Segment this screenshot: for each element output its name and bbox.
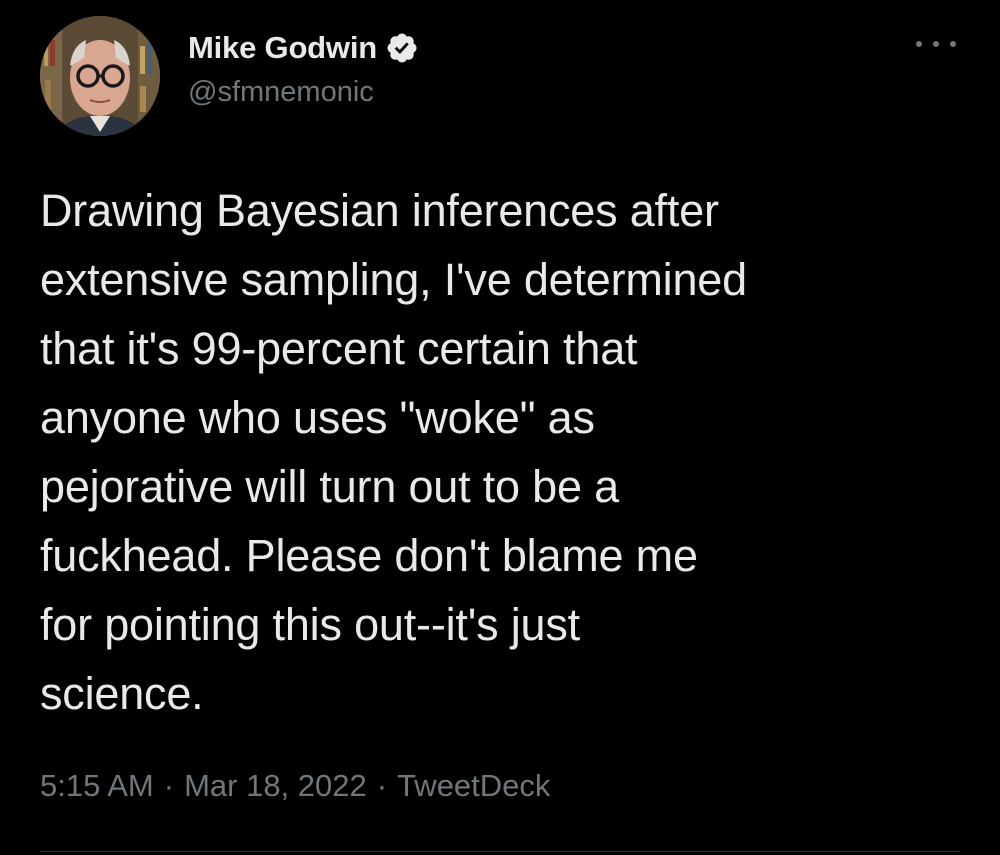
tweet-meta: 5:15 AM · Mar 18, 2022 · TweetDeck <box>40 768 550 804</box>
author-avatar[interactable] <box>40 16 160 136</box>
display-name[interactable]: Mike Godwin <box>188 30 377 66</box>
tweet-text: Drawing Bayesian inferences after extens… <box>40 185 747 719</box>
meta-separator: · <box>376 768 388 803</box>
name-row: Mike Godwin <box>188 24 419 72</box>
meta-separator: · <box>163 768 175 803</box>
tweet-date[interactable]: Mar 18, 2022 <box>184 768 367 804</box>
more-dot <box>933 41 939 47</box>
avatar-image <box>40 16 160 136</box>
tweet: Mike Godwin @sfmnemonic Drawing Bayesian… <box>0 0 1000 855</box>
more-dot <box>916 41 922 47</box>
tweet-time[interactable]: 5:15 AM <box>40 768 154 804</box>
divider <box>40 851 960 852</box>
author-handle[interactable]: @sfmnemonic <box>188 76 419 109</box>
author-info: Mike Godwin @sfmnemonic <box>188 24 419 109</box>
tweet-source[interactable]: TweetDeck <box>397 768 550 804</box>
more-dot <box>950 41 956 47</box>
verified-badge-icon <box>385 31 419 65</box>
more-options-icon[interactable] <box>916 34 956 54</box>
